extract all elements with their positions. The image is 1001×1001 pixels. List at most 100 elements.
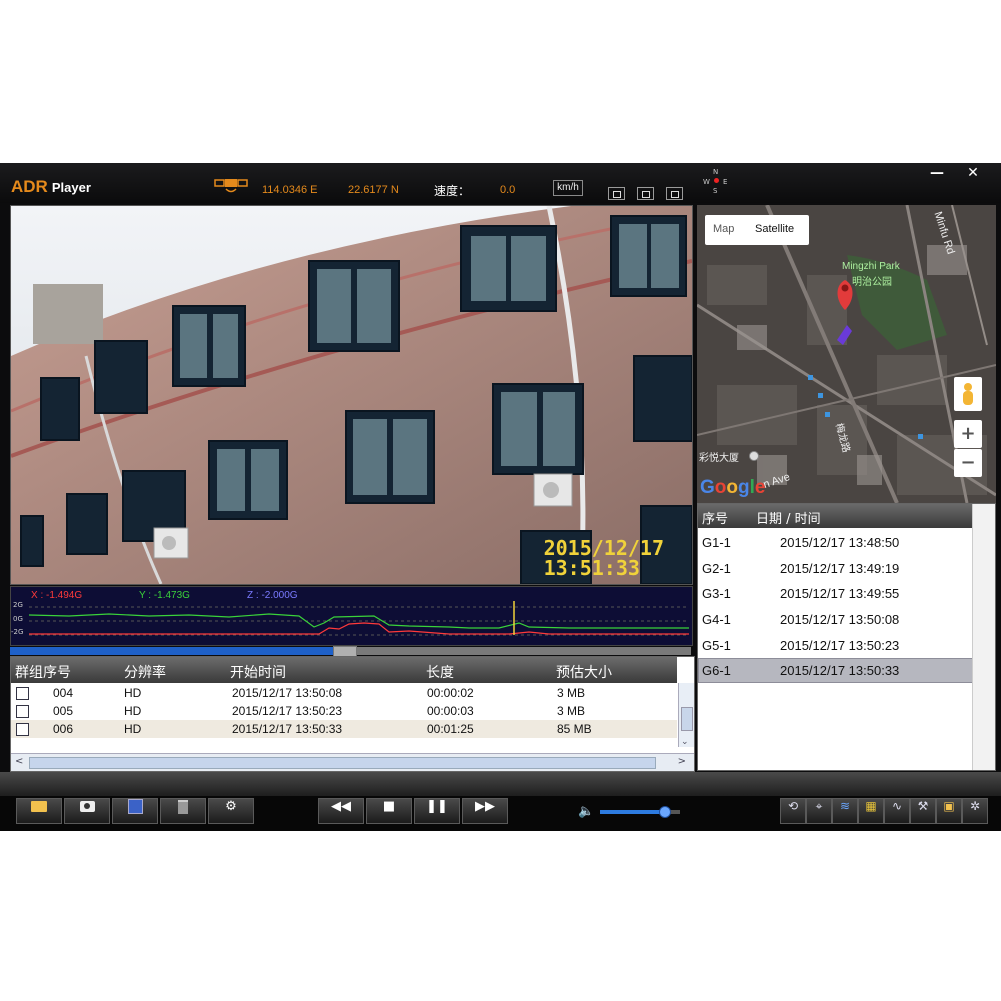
file-row-id: 005 [53,704,74,718]
file-row-checkbox[interactable] [16,723,29,736]
gps-row-time: 2015/12/17 13:50:23 [780,638,900,653]
compass-icon: N W E S [703,168,728,195]
close-button[interactable]: ✕ [958,163,988,183]
file-list-horizontal-scrollbar[interactable]: < > [11,753,694,771]
gps-row-time: 2015/12/17 13:49:19 [780,561,900,576]
rewind-icon: ◀◀ [331,799,351,814]
video-layout-3-button[interactable] [666,187,683,200]
gps-row[interactable]: G4-1 2015/12/17 13:50:08 [698,607,973,632]
gps-row-id: G2-1 [702,561,731,576]
speed-value: 0.0 [500,184,516,196]
pause-icon: ❚❚ [426,799,448,814]
advanced-settings-button[interactable]: ✲ [962,798,988,824]
app-logo: ADR Player [11,177,91,196]
col-start-time[interactable]: 开始时间 [230,662,286,682]
save-button[interactable] [112,798,158,824]
map-button[interactable]: ▦ [858,798,884,824]
delete-button[interactable] [160,798,206,824]
video-timestamp-date: 2015/12/17 [543,536,664,560]
gps-row-time: 2015/12/17 13:50:33 [780,663,900,678]
stop-button[interactable]: ■ [366,798,412,824]
file-row-res: HD [124,722,142,736]
map-type-satellite-button[interactable]: Satellite [755,223,794,235]
file-row[interactable]: 005 HD 2015/12/17 13:50:23 00:00:03 3 MB [11,702,677,720]
wrench-icon: ⚒ [917,799,929,813]
col-group-id[interactable]: 群组序号 [15,662,71,682]
poi-marker-icon [749,451,759,461]
file-row-res: HD [124,686,142,700]
gps-row-selected[interactable]: G6-1 2015/12/17 13:50:33 [698,658,973,683]
file-list-hscroll-thumb[interactable] [29,757,656,769]
satellite-icon: ≋ [839,799,851,813]
map-label-poi: 彩悦大厦 [699,453,739,464]
gps-row-time: 2015/12/17 13:49:55 [780,586,900,601]
gps-row[interactable]: G3-1 2015/12/17 13:49:55 [698,581,973,606]
zoom-in-button[interactable]: + [954,420,982,448]
file-row-length: 00:01:25 [427,722,474,736]
video-viewport[interactable]: 2015/12/17 13:51:33 [10,205,693,585]
save-icon [127,799,143,814]
col-resolution[interactable]: 分辨率 [124,662,166,682]
col-gps-time[interactable]: 日期 / 时间 [756,508,821,527]
chevron-left-icon[interactable]: < [15,756,23,767]
chevron-down-icon[interactable]: ⌄ [681,737,689,747]
lock-button[interactable]: ▣ [936,798,962,824]
gsensor-x-label: X : -1.494G [31,590,83,601]
map-label-park-cn: 明治公园 [852,277,892,288]
latitude-readout: 22.6177 N [348,184,399,196]
pause-button[interactable]: ❚❚ [414,798,460,824]
file-row-start: 2015/12/17 13:50:08 [232,686,343,700]
gps-row-id: G5-1 [702,638,731,653]
volume-knob[interactable] [659,806,671,818]
file-row-checkbox[interactable] [16,705,29,718]
file-list-vscroll-thumb[interactable] [681,707,693,731]
file-row-length: 00:00:03 [427,704,474,718]
video-layout-2-button[interactable] [637,187,654,200]
minimize-button[interactable]: — [922,163,952,183]
stop-icon: ■ [382,799,396,814]
zoom-out-button[interactable]: − [954,449,982,477]
col-gps-id[interactable]: 序号 [702,508,728,527]
gps-row[interactable]: G1-1 2015/12/17 13:48:50 [698,530,973,555]
gps-map[interactable]: Map Satellite Minfu Rd Mingzhi Park 明治公园… [697,205,996,503]
map-type-map-button[interactable]: Map [713,223,734,235]
playback-progress-bar[interactable] [10,646,691,658]
volume-slider[interactable] [600,806,680,818]
fast-forward-button[interactable]: ▶▶ [462,798,508,824]
gps-button[interactable]: ⌖ [806,798,832,824]
gsensor-scale-top: 2G [13,601,23,609]
file-row-start: 2015/12/17 13:50:23 [232,704,343,718]
satellite-button[interactable]: ≋ [832,798,858,824]
settings-button[interactable]: ⚙ [208,798,254,824]
repeat-button[interactable]: ⟲ [780,798,806,824]
col-length[interactable]: 长度 [426,662,454,682]
street-view-pegman-icon[interactable] [954,377,982,411]
fast-forward-icon: ▶▶ [475,799,495,814]
gps-row[interactable]: G2-1 2015/12/17 13:49:19 [698,556,973,581]
file-list-vertical-scrollbar[interactable]: ⌄ [678,683,694,747]
rewind-button[interactable]: ◀◀ [318,798,364,824]
gsensor-z-label: Z : -2.000G [247,590,298,601]
file-row-selected[interactable]: 006 HD 2015/12/17 13:50:33 00:01:25 85 M… [11,720,677,738]
open-folder-button[interactable] [16,798,62,824]
speed-unit-badge[interactable]: km/h [553,180,583,196]
col-est-size[interactable]: 预估大小 [556,662,612,682]
graph-button[interactable]: ∿ [884,798,910,824]
file-row-size: 3 MB [557,704,586,718]
video-layout-1-button[interactable] [608,187,625,200]
gps-row[interactable]: G5-1 2015/12/17 13:50:23 [698,633,973,658]
chevron-right-icon[interactable]: > [678,756,686,767]
gps-point-list: 序号 日期 / 时间 G1-1 2015/12/17 13:48:50 G2-1… [697,503,996,771]
camera-icon [79,801,95,812]
file-row-id: 004 [53,686,74,700]
speaker-icon[interactable]: 🔈 [578,804,594,819]
file-row-checkbox[interactable] [16,687,29,700]
gps-list-scrollbar[interactable] [972,504,995,770]
file-row[interactable]: 004 HD 2015/12/17 13:50:08 00:00:02 3 MB [11,684,677,702]
snapshot-button[interactable] [64,798,110,824]
gps-row-id: G1-1 [702,535,731,550]
tools-button[interactable]: ⚒ [910,798,936,824]
video-frame-image [11,206,692,584]
gsensor-y-label: Y : -1.473G [139,590,190,601]
video-timestamp-time: 13:51:33 [543,556,640,580]
